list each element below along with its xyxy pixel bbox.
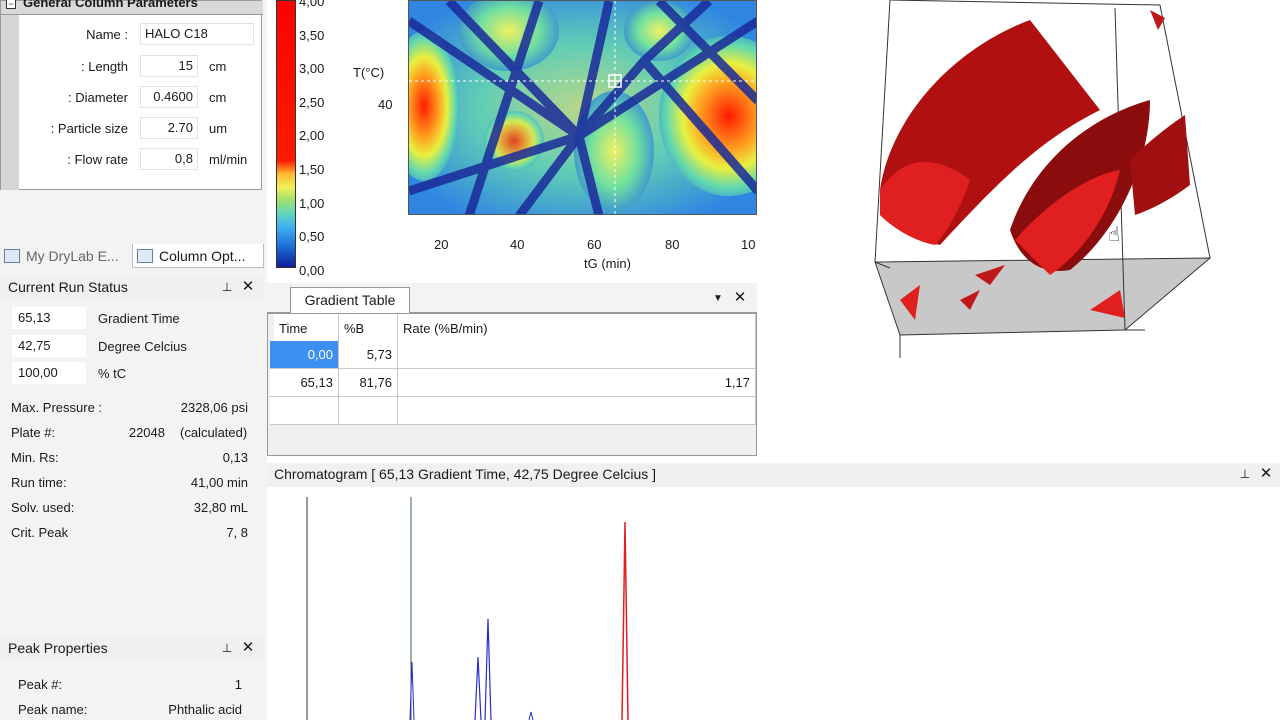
colorbar-tick: 3,00 xyxy=(299,61,325,77)
table-cell-empty[interactable] xyxy=(270,397,339,425)
colorbar-tick: 1,00 xyxy=(299,195,325,211)
chromatogram-plot[interactable] xyxy=(267,487,1280,720)
max-pressure-label: Max. Pressure : xyxy=(11,400,103,415)
plate-extra: (calculated) xyxy=(180,425,248,440)
tab-gradient-table[interactable]: Gradient Table xyxy=(290,287,410,313)
column-header-b[interactable]: %B xyxy=(339,314,398,344)
dropdown-icon[interactable]: ▼ xyxy=(713,293,723,304)
pin-icon[interactable]: ⊥ xyxy=(220,280,234,294)
pin-icon[interactable]: ⊥ xyxy=(1238,467,1252,481)
particle-size-label: : Particle size xyxy=(50,121,128,136)
drylab-icon xyxy=(4,249,20,263)
table-cell-time[interactable]: 65,13 xyxy=(270,369,339,397)
run-status-title-text: Current Run Status xyxy=(8,279,128,295)
close-icon[interactable]: ✕ xyxy=(1259,466,1273,481)
y-axis-title: T(°C) xyxy=(353,65,385,80)
name-input[interactable]: HALO C18 xyxy=(140,23,254,45)
chromatogram-svg xyxy=(306,497,629,720)
y-tick: 40 xyxy=(378,97,393,112)
min-rs-label: Min. Rs: xyxy=(11,450,59,465)
colorbar-tick: 2,00 xyxy=(299,128,325,144)
max-pressure-value: 2328,06 psi xyxy=(180,400,248,415)
gradient-time-label: Gradient Time xyxy=(98,311,180,326)
peak-number-value: 1 xyxy=(234,677,242,692)
column-header-rate[interactable]: Rate (%B/min) xyxy=(398,314,756,344)
tc-label: % tC xyxy=(98,366,127,381)
peak-name-value: Phthalic acid xyxy=(168,702,242,717)
table-cell-time[interactable]: 0,00 xyxy=(270,341,339,369)
colorbar-tick: 2,50 xyxy=(299,94,325,110)
min-rs-value: 0,13 xyxy=(222,450,248,465)
x-tick: 10 xyxy=(741,237,756,252)
table-cell-empty[interactable] xyxy=(398,397,756,425)
x-tick: 20 xyxy=(434,237,449,252)
peak-name-label: Peak name: xyxy=(18,702,88,717)
column-header-time[interactable]: Time xyxy=(274,314,339,344)
gradient-time-value[interactable]: 65,13 xyxy=(12,307,86,329)
colorbar-tick: 0,50 xyxy=(299,229,325,245)
crit-peak-value: 7, 8 xyxy=(226,525,248,540)
peak-number-label: Peak #: xyxy=(18,677,63,692)
close-icon[interactable]: ✕ xyxy=(733,290,747,305)
length-unit: cm xyxy=(209,59,227,74)
column-icon xyxy=(137,249,153,263)
surface-3d-plot[interactable] xyxy=(820,0,1240,365)
x-tick: 40 xyxy=(510,237,525,252)
collapse-icon[interactable]: − xyxy=(6,0,16,9)
solvent-used-label: Solv. used: xyxy=(11,500,75,515)
tab-drylab-label: My DryLab E... xyxy=(26,248,119,264)
temperature-value[interactable]: 42,75 xyxy=(12,335,86,357)
particle-size-input[interactable]: 2.70 xyxy=(140,117,198,139)
surface-3d-svg xyxy=(874,0,1212,358)
chromatogram-title: Chromatogram [ 65,13 Gradient Time, 42,7… xyxy=(274,466,657,482)
chromatogram-title-bar: Chromatogram [ 65,13 Gradient Time, 42,7… xyxy=(267,463,1280,487)
colorbar xyxy=(276,0,296,268)
plate-value: 22048 xyxy=(128,425,165,440)
tc-value[interactable]: 100,00 xyxy=(12,362,86,384)
plate-label: Plate #: xyxy=(11,425,56,440)
x-tick: 80 xyxy=(665,237,680,252)
close-icon[interactable]: ✕ xyxy=(241,640,255,655)
table-cell-rate[interactable]: 1,17 xyxy=(398,369,756,397)
particle-size-unit: um xyxy=(209,121,228,136)
flow-rate-label: : Flow rate xyxy=(67,152,128,167)
name-label: Name : xyxy=(86,27,128,42)
pin-icon[interactable]: ⊥ xyxy=(220,641,234,655)
diameter-unit: cm xyxy=(209,90,227,105)
run-time-value: 41,00 min xyxy=(190,475,248,490)
params-gutter xyxy=(1,15,19,190)
colorbar-tick: 0,00 xyxy=(299,262,325,278)
peak-properties-title-text: Peak Properties xyxy=(8,640,108,656)
table-cell-rate[interactable] xyxy=(398,341,756,369)
column-params-header[interactable]: − General Column Parameters xyxy=(1,0,263,15)
crit-peak-label: Crit. Peak xyxy=(11,525,69,540)
column-params-title: General Column Parameters xyxy=(23,0,198,10)
tab-column-opt[interactable]: Column Opt... xyxy=(132,244,264,268)
flow-rate-input[interactable]: 0,8 xyxy=(140,148,198,170)
diameter-input[interactable]: 0.4600 xyxy=(140,86,198,108)
tab-column-opt-label: Column Opt... xyxy=(159,248,246,264)
flow-rate-unit: ml/min xyxy=(209,152,248,167)
colorbar-tick: 4,00 xyxy=(299,0,325,9)
hand-cursor-icon: ☝ xyxy=(1108,224,1121,246)
temperature-label: Degree Celcius xyxy=(98,339,187,354)
table-cell-empty[interactable] xyxy=(339,397,398,425)
table-cell-b[interactable]: 5,73 xyxy=(339,341,398,369)
x-axis-title: tG (min) xyxy=(584,256,631,271)
tab-drylab[interactable]: My DryLab E... xyxy=(0,244,128,268)
length-input[interactable]: 15 xyxy=(140,55,198,77)
run-time-label: Run time: xyxy=(11,475,67,490)
diameter-label: : Diameter xyxy=(68,90,128,105)
colorbar-tick: 1,50 xyxy=(299,162,325,177)
x-tick: 60 xyxy=(587,237,602,252)
close-icon[interactable]: ✕ xyxy=(241,279,255,294)
colorbar-tick: 3,50 xyxy=(299,27,325,43)
solvent-used-value: 32,80 mL xyxy=(193,500,248,515)
length-label: : Length xyxy=(81,59,128,74)
heatmap-svg xyxy=(409,1,756,214)
resolution-heatmap[interactable] xyxy=(408,0,757,215)
table-cell-b[interactable]: 81,76 xyxy=(339,369,398,397)
